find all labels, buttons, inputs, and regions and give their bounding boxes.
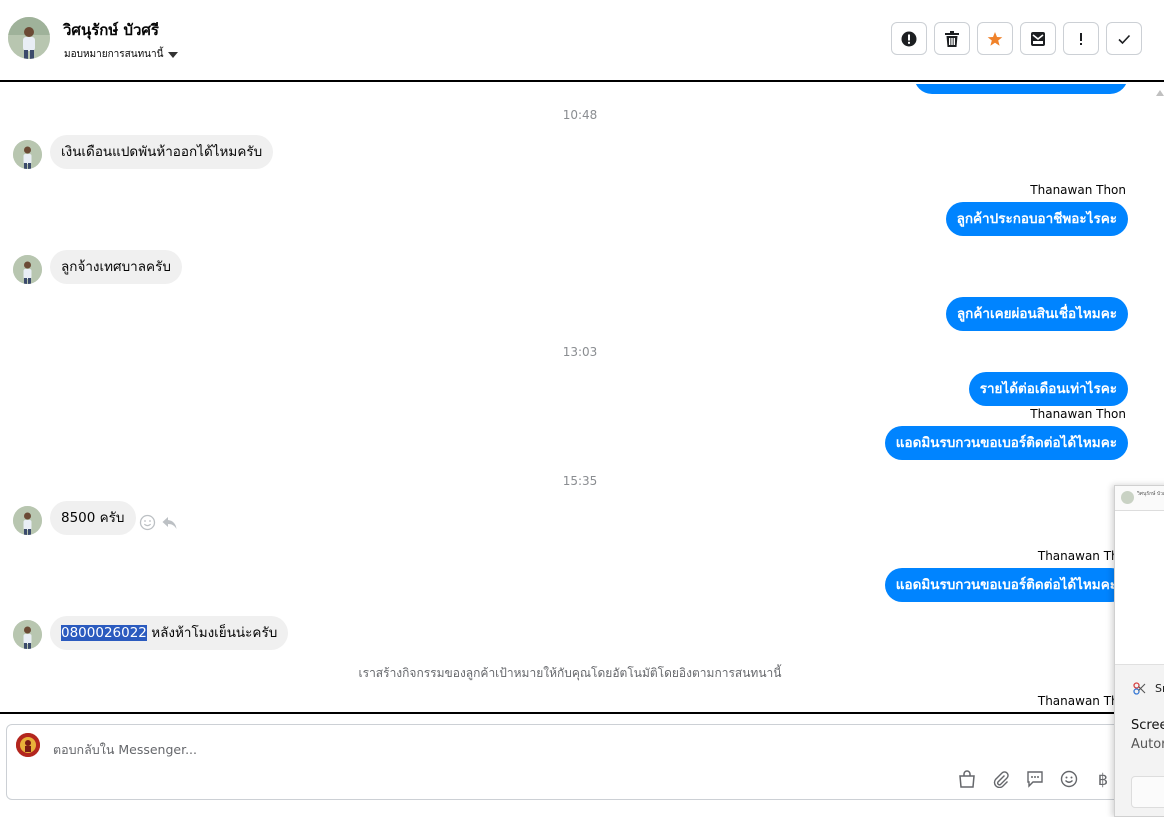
system-note: เราสร้างกิจกรรมของลูกค้าเป้าหมายให้กับคุ… [358,666,782,680]
reply-placeholder[interactable]: ตอบกลับใน Messenger... [53,740,197,760]
conversation-header: วิศนุรักษ์ บัวศรี มอบหมายการสนทนานี้ [0,0,1164,82]
message-bubble-outgoing[interactable]: รายได้ต่อเดือนเท่าไรคะ [968,372,1128,406]
message-bubble-incoming[interactable]: 0800026022 หลังห้าโมงเย็นน่ะครับ [50,616,289,650]
message-bubble-outgoing[interactable]: ลูกค้าเคยผ่อนสินเชื่อไหมคะ [945,297,1128,331]
sender-name: Thanawan Tho [1037,694,1126,708]
timestamp: 13:03 [562,345,598,359]
thumbnail-avatar [1121,491,1134,504]
saved-reply-icon[interactable] [1025,769,1045,789]
notification-action-button[interactable] [1131,776,1164,808]
reply-composer: ตอบกลับใน Messenger... ฿ [0,712,1164,806]
trash-icon [945,30,959,47]
mark-unread-button[interactable] [1020,22,1056,55]
contact-avatar-small [13,506,42,535]
baht-icon[interactable]: ฿ [1093,769,1113,789]
contact-name[interactable]: วิศนุรักษ์ บัวศรี [63,18,159,42]
mark-important-button[interactable] [1063,22,1099,55]
sender-name: Thanawan Thon [1030,183,1126,197]
attachment-icon[interactable] [991,769,1011,789]
star-button[interactable] [977,22,1013,55]
message-thread[interactable]: 10:48 เงินเดือนแปดพันห้าออกได้ไหมครับ Th… [0,84,1164,712]
screenshot-notification-overlay[interactable]: วิศนุรักษ์ บัวศ Sn Scree Autor [1114,485,1164,817]
scroll-up-arrow-icon[interactable] [1156,90,1164,96]
message-bubble-incoming[interactable]: เงินเดือนแปดพันห้าออกได้ไหมครับ [50,135,274,169]
mark-done-button[interactable] [1106,22,1142,55]
alert-circle-icon [901,31,917,46]
snipping-tool-icon [1133,682,1146,695]
highlighted-phone-number[interactable]: 0800026022 [61,625,147,641]
assign-label: มอบหมายการสนทนานี้ [64,49,164,60]
message-bubble-outgoing-cutoff [914,84,1128,94]
composer-tools: ฿ [957,769,1113,789]
notification-subtitle: Autor [1131,737,1164,752]
notification-title: Scree [1131,718,1164,733]
message-bubble-incoming[interactable]: 8500 ครับ [50,501,136,535]
page-avatar [16,733,40,757]
shop-icon[interactable] [957,769,977,789]
message-bubble-outgoing[interactable]: แอดมินรบกวนขอเบอร์ติดต่อได้ไหมคะ [884,568,1128,602]
message-bubble-outgoing[interactable]: ลูกค้าประกอบอาชีพอะไรคะ [945,202,1128,236]
message-text: หลังห้าโมงเย็นน่ะครับ [146,625,278,641]
caret-down-icon [168,51,179,58]
notification-app-name: Sn [1155,682,1164,695]
exclamation-icon [1080,32,1082,45]
thumbnail-text: วิศนุรักษ์ บัวศ [1137,491,1164,497]
sender-name: Thanawan Thon [1030,407,1126,421]
contact-avatar-small [13,255,42,284]
emoji-icon[interactable] [1059,769,1079,789]
timestamp: 10:48 [562,108,598,122]
timestamp: 15:35 [562,474,598,488]
react-emoji-icon[interactable] [139,514,156,531]
header-actions [891,22,1142,55]
assign-conversation-dropdown[interactable]: มอบหมายการสนทนานี้ [64,47,179,62]
sender-name: Thanawan Tho [1037,549,1126,563]
delete-button[interactable] [934,22,970,55]
check-icon [1118,34,1131,44]
screenshot-thumbnail[interactable]: วิศนุรักษ์ บัวศ [1115,486,1164,511]
star-icon [987,31,1003,46]
contact-avatar-small [13,620,42,649]
message-bubble-outgoing[interactable]: แอดมินรบกวนขอเบอร์ติดต่อได้ไหมคะ [884,426,1128,460]
reply-arrow-icon[interactable] [161,514,178,531]
spam-alert-button[interactable] [891,22,927,55]
contact-avatar[interactable] [8,17,50,59]
message-bubble-incoming[interactable]: ลูกจ้างเทศบาลครับ [50,250,182,284]
contact-avatar-small [13,140,42,169]
envelope-icon [1031,31,1045,46]
reply-input-box[interactable]: ตอบกลับใน Messenger... ฿ [6,724,1156,800]
